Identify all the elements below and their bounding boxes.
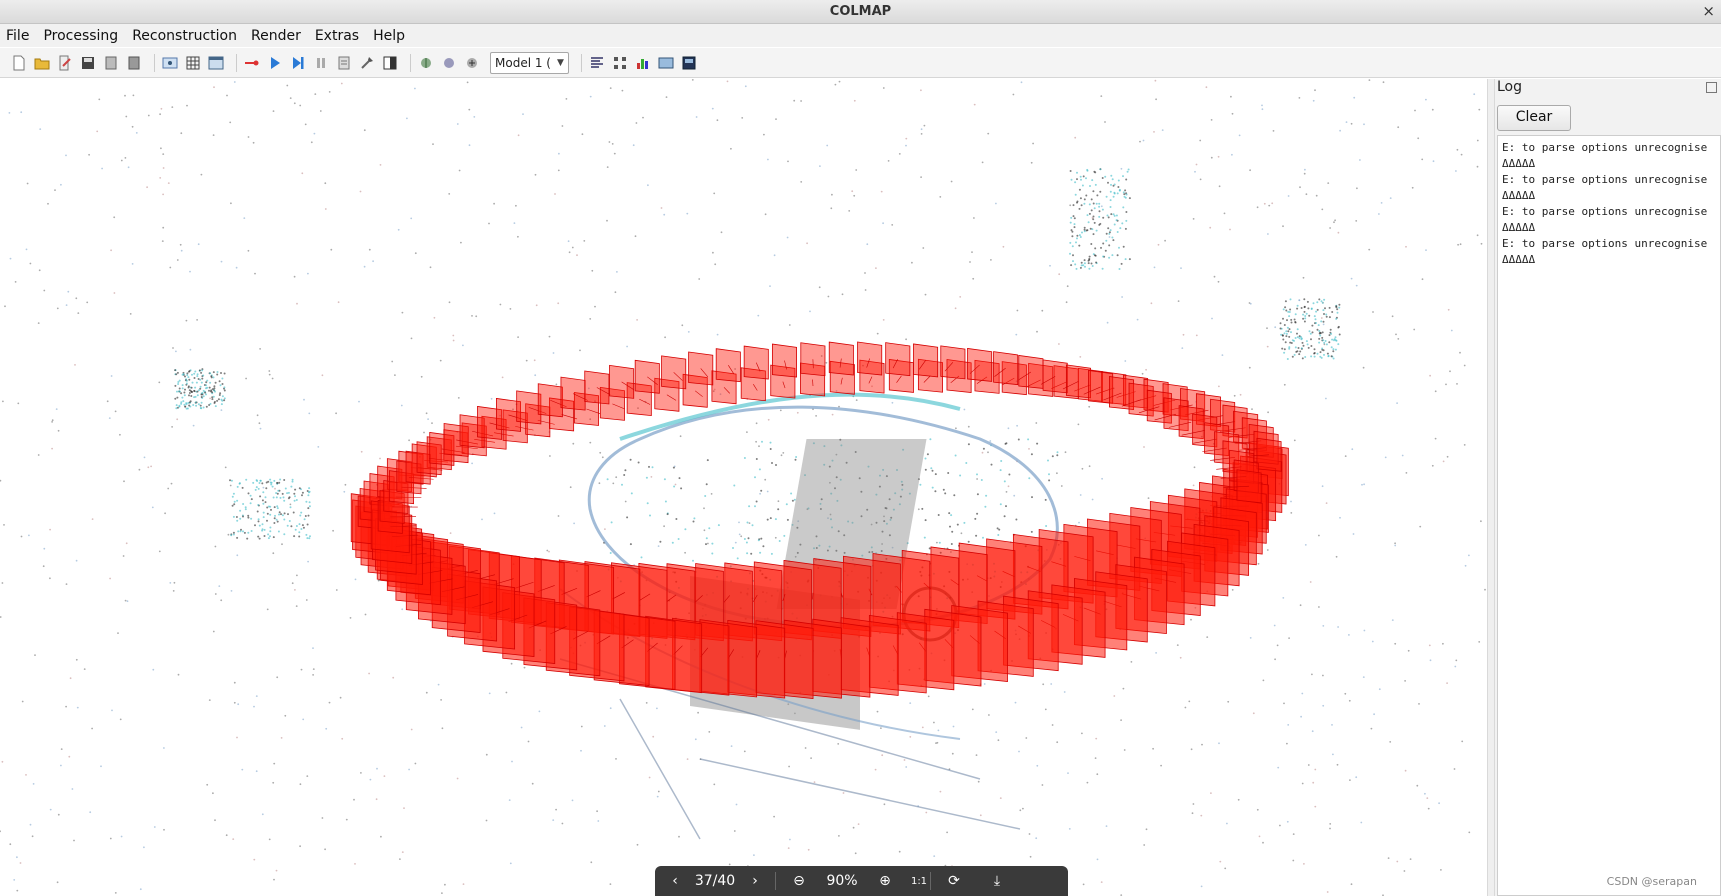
- model-select-value: Model 1 (: [495, 55, 551, 70]
- bundle-adjustment-icon[interactable]: [358, 54, 376, 72]
- save-project-icon[interactable]: [79, 54, 97, 72]
- next-page-icon[interactable]: ›: [735, 866, 775, 896]
- title-bar: COLMAP ×: [0, 0, 1721, 24]
- float-dock-icon[interactable]: [1706, 82, 1717, 93]
- model-viewer-3d[interactable]: [0, 79, 1487, 896]
- log-line: ΔΔΔΔΔ: [1502, 157, 1536, 170]
- log-line: E: to parse options unrecognise: [1502, 141, 1708, 154]
- dense-reconstruction-icon[interactable]: [381, 54, 399, 72]
- image-viewer-bar: ‹ 37/40 › ⊖ 90% ⊕ 1:1 ⟳ ⤓: [655, 866, 1068, 896]
- toolbar-separator: [154, 53, 155, 72]
- undistort-icon[interactable]: [657, 54, 675, 72]
- panel-splitter[interactable]: [1487, 79, 1495, 896]
- window-title: COLMAP: [829, 4, 892, 19]
- menu-reconstruction[interactable]: Reconstruction: [132, 28, 237, 44]
- zoom-out-icon[interactable]: ⊖: [776, 866, 822, 896]
- log-line: ΔΔΔΔΔ: [1502, 221, 1536, 234]
- show-log-icon[interactable]: [634, 54, 652, 72]
- log-line: E: to parse options unrecognise: [1502, 205, 1708, 218]
- download-icon[interactable]: ⤓: [977, 866, 1017, 896]
- auto-reconstruction-icon[interactable]: [243, 54, 261, 72]
- zoom-in-icon[interactable]: [463, 54, 481, 72]
- log-title: Log: [1497, 79, 1523, 95]
- menu-extras[interactable]: Extras: [315, 28, 359, 44]
- toolbar-separator: [580, 53, 582, 72]
- zoom-in-icon[interactable]: ⊕: [862, 866, 908, 896]
- toolbar-separator: [236, 53, 237, 72]
- toolbar: Model 1 ( ▼: [0, 48, 1721, 78]
- close-icon[interactable]: ×: [1702, 2, 1715, 20]
- start-reconstruction-icon[interactable]: [266, 54, 284, 72]
- menu-bar: File Processing Reconstruction Render Ex…: [0, 24, 1721, 47]
- chevron-down-icon: ▼: [556, 57, 564, 68]
- rotate-icon[interactable]: ⟳: [931, 866, 977, 896]
- import-model-icon[interactable]: [102, 54, 120, 72]
- page-indicator: 37/40: [694, 873, 736, 889]
- toolbar-separator: [410, 53, 411, 72]
- actual-size-button[interactable]: 1:1: [908, 866, 930, 896]
- edit-project-icon[interactable]: [56, 54, 74, 72]
- log-panel: Log Clear E: to parse options unrecognis…: [1495, 79, 1721, 896]
- database-management-icon[interactable]: [207, 54, 225, 72]
- zoom-level: 90%: [826, 873, 858, 889]
- log-line: ΔΔΔΔΔ: [1502, 189, 1536, 202]
- export-model-icon[interactable]: [125, 54, 143, 72]
- menu-help[interactable]: Help: [373, 28, 405, 44]
- show-model-stats-icon[interactable]: [588, 54, 606, 72]
- reset-view-icon[interactable]: [440, 54, 458, 72]
- menu-processing[interactable]: Processing: [43, 28, 118, 44]
- log-line: E: to parse options unrecognise: [1502, 237, 1708, 250]
- menu-file[interactable]: File: [6, 28, 29, 44]
- model-select[interactable]: Model 1 ( ▼: [490, 51, 569, 74]
- grab-image-icon[interactable]: [680, 54, 698, 72]
- open-project-icon[interactable]: [33, 54, 51, 72]
- feature-matching-icon[interactable]: [184, 54, 202, 72]
- log-line: E: to parse options unrecognise: [1502, 173, 1708, 186]
- point-cloud-canvas[interactable]: [0, 79, 1487, 896]
- reconstruction-options-icon[interactable]: [335, 54, 353, 72]
- render-options-icon[interactable]: [417, 54, 435, 72]
- menu-render[interactable]: Render: [251, 28, 301, 44]
- watermark: CSDN @serapan: [1606, 875, 1697, 888]
- feature-extraction-icon[interactable]: [161, 54, 179, 72]
- clear-log-button[interactable]: Clear: [1497, 105, 1571, 131]
- previous-page-icon[interactable]: ‹: [655, 866, 695, 896]
- new-project-icon[interactable]: [10, 54, 28, 72]
- log-text-area[interactable]: E: to parse options unrecognise ΔΔΔΔΔ E:…: [1497, 135, 1721, 896]
- show-match-matrix-icon[interactable]: [611, 54, 629, 72]
- log-line: ΔΔΔΔΔ: [1502, 253, 1536, 266]
- step-reconstruction-icon[interactable]: [289, 54, 307, 72]
- pause-reconstruction-icon[interactable]: [312, 54, 330, 72]
